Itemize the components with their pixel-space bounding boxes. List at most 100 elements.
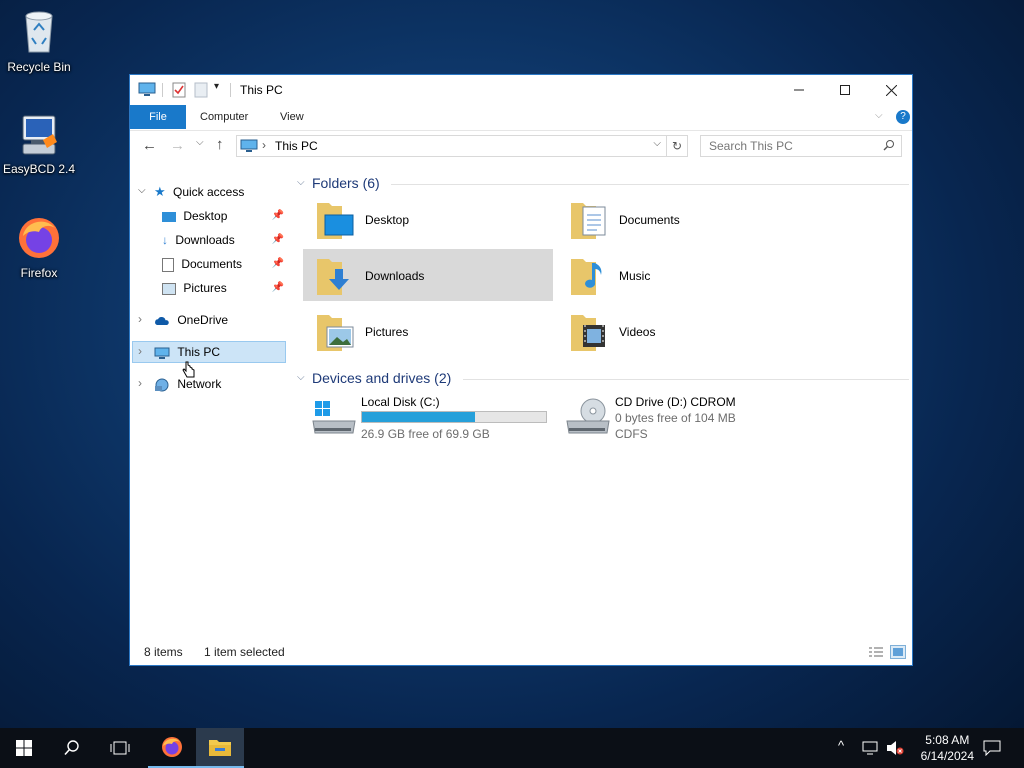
start-button[interactable] — [0, 728, 48, 768]
new-folder-icon[interactable] — [194, 82, 208, 98]
nav-this-pc[interactable]: This PC — [154, 341, 220, 363]
notification-icon — [983, 740, 1001, 756]
documents-folder-icon — [571, 203, 606, 239]
properties-icon[interactable] — [172, 82, 186, 98]
nav-item-desktop[interactable]: Desktop 📌 — [162, 205, 286, 227]
taskbar-file-explorer[interactable] — [196, 728, 244, 768]
content-pane: ⌵ Folders (6) Desktop Documents Download… — [295, 171, 912, 641]
firefox-icon — [15, 214, 63, 262]
forward-arrow-icon[interactable]: → — [170, 137, 185, 154]
folder-tile-pictures[interactable]: Pictures — [307, 307, 557, 357]
search-button[interactable] — [48, 728, 96, 768]
help-icon[interactable]: ? — [896, 110, 910, 124]
search-icon[interactable] — [883, 139, 895, 151]
desktop-icon-recycle-bin[interactable]: Recycle Bin — [0, 8, 78, 74]
up-arrow-icon[interactable]: ↑ — [216, 136, 224, 153]
nav-quick-access[interactable]: ★ Quick access — [154, 181, 244, 203]
folder-label: Desktop — [365, 213, 410, 227]
expand-chevron-icon[interactable]: › — [138, 312, 142, 326]
folder-label: Pictures — [365, 325, 409, 339]
customize-toolbar-icon[interactable]: ▾ — [214, 81, 219, 92]
devices-group-header[interactable]: Devices and drives (2) — [312, 370, 451, 386]
downloads-folder-icon — [317, 259, 349, 295]
folder-tile-desktop[interactable]: Desktop — [307, 195, 557, 245]
drive-usage-bar — [361, 411, 547, 423]
close-button[interactable] — [868, 75, 914, 105]
minimize-button[interactable] — [776, 75, 822, 105]
action-center-button[interactable] — [968, 728, 1016, 768]
expand-chevron-icon[interactable]: › — [138, 376, 142, 390]
desktop-icon — [162, 211, 176, 222]
volume-muted-icon[interactable] — [886, 740, 904, 756]
nav-item-documents[interactable]: Documents 📌 — [162, 253, 286, 275]
nav-item-pictures[interactable]: Pictures 📌 — [162, 277, 286, 299]
network-status-icon[interactable] — [862, 740, 880, 756]
folder-tile-videos[interactable]: Videos — [561, 307, 811, 357]
address-dropdown-icon[interactable]: ⌵ — [653, 138, 661, 149]
desktop-icon-firefox[interactable]: Firefox — [0, 214, 78, 280]
folder-label: Videos — [619, 325, 656, 339]
back-arrow-icon[interactable]: ← — [142, 137, 157, 154]
drive-tile-d[interactable]: CD Drive (D:) CDROM 0 bytes free of 104 … — [561, 393, 811, 445]
desktop-icon-label: Firefox — [20, 266, 58, 280]
breadcrumb-this-pc[interactable]: This PC — [275, 139, 318, 153]
taskbar-firefox[interactable] — [148, 728, 196, 768]
music-folder-icon — [571, 259, 602, 295]
task-view-button[interactable] — [96, 728, 144, 768]
tab-computer[interactable]: Computer — [200, 105, 248, 129]
large-icons-view-icon[interactable] — [890, 645, 906, 659]
collapse-chevron-icon[interactable]: ⌵ — [138, 185, 146, 196]
search-input[interactable]: Search This PC — [709, 139, 793, 153]
drive-tile-c[interactable]: Local Disk (C:) 26.9 GB free of 69.9 GB — [307, 393, 557, 445]
this-pc-icon — [138, 82, 156, 97]
folders-group-header[interactable]: Folders (6) — [312, 175, 380, 191]
collapse-chevron-icon[interactable]: ⌵ — [297, 372, 305, 383]
selection-count: 1 item selected — [204, 645, 285, 659]
folder-label: Documents — [619, 213, 680, 227]
nav-label: This PC — [177, 345, 221, 359]
ribbon-tabs: File Computer View ⌵ ? — [130, 105, 912, 129]
cd-drive-icon — [566, 398, 610, 434]
divider — [162, 83, 163, 97]
nav-label: Desktop — [183, 209, 228, 223]
divider — [463, 379, 909, 380]
pin-icon[interactable]: 📌 — [272, 205, 284, 227]
picture-icon — [162, 282, 176, 295]
desktop-icon-easybcd[interactable]: EasyBCD 2.4 — [0, 110, 78, 176]
recycle-bin-icon — [15, 8, 63, 56]
folder-tile-documents[interactable]: Documents — [561, 195, 811, 245]
mouse-cursor-hand-icon — [182, 361, 196, 379]
task-view-icon — [110, 741, 130, 755]
nav-onedrive[interactable]: OneDrive — [154, 309, 228, 331]
maximize-button[interactable] — [822, 75, 868, 105]
system-clock[interactable]: 5:08 AM 6/14/2024 — [921, 732, 974, 764]
collapse-chevron-icon[interactable]: ⌵ — [297, 177, 305, 188]
pin-icon[interactable]: 📌 — [272, 277, 284, 299]
expand-chevron-icon[interactable]: › — [138, 344, 142, 358]
nav-item-downloads[interactable]: ↓ Downloads 📌 — [162, 229, 286, 251]
details-view-icon[interactable] — [868, 646, 884, 658]
pin-icon[interactable]: 📌 — [272, 229, 284, 251]
navigation-pane: ⌵ ★ Quick access Desktop 📌 ↓ Downloads 📌… — [130, 175, 290, 645]
breadcrumb-chevron-icon: › — [262, 138, 266, 152]
title-bar[interactable]: ▾ This PC — [130, 75, 912, 105]
pin-icon[interactable]: 📌 — [272, 253, 284, 275]
show-hidden-icons-chevron-icon[interactable]: ^ — [838, 738, 844, 753]
address-bar[interactable]: › This PC ⌵ ↻ — [236, 135, 688, 157]
search-box[interactable]: Search This PC — [700, 135, 902, 157]
folder-tile-music[interactable]: Music — [561, 251, 811, 301]
drive-usage-fill — [362, 412, 476, 422]
tab-view[interactable]: View — [280, 105, 304, 129]
nav-label: Quick access — [173, 185, 245, 199]
onedrive-cloud-icon — [155, 316, 169, 325]
folder-label: Downloads — [365, 269, 425, 283]
status-bar: 8 items 1 item selected — [130, 641, 912, 665]
refresh-icon[interactable]: ↻ — [666, 136, 687, 156]
recent-locations-icon[interactable]: ⌵ — [196, 137, 204, 148]
expand-ribbon-icon[interactable]: ⌵ — [875, 110, 883, 121]
tab-file[interactable]: File — [130, 105, 186, 129]
folder-tile-downloads[interactable]: Downloads — [307, 251, 557, 301]
easybcd-icon — [15, 110, 63, 158]
document-icon — [162, 257, 174, 272]
desktop-icon-label: EasyBCD 2.4 — [2, 162, 76, 176]
